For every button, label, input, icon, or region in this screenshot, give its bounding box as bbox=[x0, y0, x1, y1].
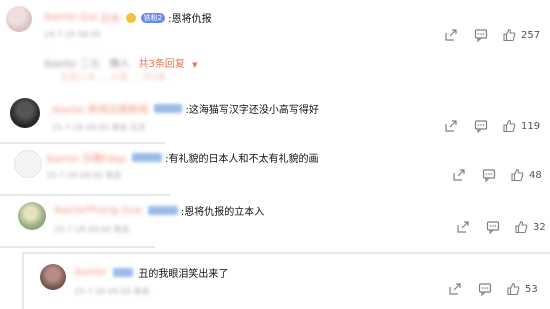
share-icon bbox=[444, 28, 458, 42]
username[interactable]: ikanlsr 日报Fdsp bbox=[46, 150, 126, 165]
like-button[interactable]: 32 bbox=[514, 220, 546, 234]
member-badge bbox=[154, 104, 183, 113]
comment-icon bbox=[474, 119, 488, 133]
comment-button[interactable] bbox=[486, 220, 500, 234]
username[interactable]: ikanlsr Gui bbox=[44, 12, 97, 23]
comment-icon bbox=[474, 28, 488, 42]
comment-text: :有礼貌的日本人和不太有礼貌的画 bbox=[165, 154, 319, 165]
divider bbox=[22, 252, 24, 309]
avatar[interactable] bbox=[14, 150, 42, 178]
like-button[interactable]: 53 bbox=[506, 282, 538, 296]
like-icon bbox=[502, 119, 516, 133]
like-icon bbox=[506, 282, 520, 296]
like-icon bbox=[502, 28, 516, 42]
comment-icon bbox=[482, 168, 496, 182]
comment-button[interactable] bbox=[474, 28, 488, 42]
avatar[interactable] bbox=[10, 98, 40, 128]
share-button[interactable] bbox=[444, 28, 458, 42]
comment-meta: 24-7-28 08:00 bbox=[44, 30, 101, 39]
reply-preview-faded: 东加二木 ... 大家 ... 共3条 bbox=[60, 73, 167, 83]
like-count: 119 bbox=[521, 120, 541, 132]
share-button[interactable] bbox=[448, 282, 462, 296]
share-button[interactable] bbox=[452, 168, 466, 182]
comment-meta: 25-7-28 09:00 来自 bbox=[46, 171, 122, 180]
comment-meta: 25-7-28 09:00 来自 bbox=[74, 287, 150, 296]
like-icon bbox=[514, 220, 528, 234]
avatar[interactable] bbox=[6, 6, 32, 32]
comment-text: :这海猫写汉字还没小高写得好 bbox=[185, 105, 319, 116]
comment-meta: 25-7-28 09:00 来自 北京 bbox=[52, 123, 146, 132]
share-icon bbox=[456, 220, 470, 234]
like-count: 53 bbox=[525, 283, 538, 295]
username[interactable]: ikanlsr bbox=[74, 267, 107, 278]
like-icon bbox=[510, 168, 524, 182]
member-badge bbox=[131, 153, 162, 162]
divider bbox=[0, 142, 165, 144]
divider bbox=[0, 194, 170, 196]
divider bbox=[22, 252, 550, 254]
fan-badge: 铁粉2 bbox=[140, 12, 166, 23]
like-count: 48 bbox=[529, 169, 542, 181]
comment-text: 丑的我眼泪笑出来了 bbox=[138, 269, 229, 280]
username[interactable]: ikanlsr 新闻日报新闻 bbox=[52, 101, 148, 116]
share-icon bbox=[444, 119, 458, 133]
like-count: 257 bbox=[521, 29, 541, 41]
member-badge bbox=[113, 268, 134, 277]
member-badge bbox=[147, 206, 178, 215]
share-button[interactable] bbox=[444, 119, 458, 133]
chevron-down-icon[interactable]: ▼ bbox=[192, 61, 197, 69]
divider bbox=[0, 246, 155, 248]
comment-button[interactable] bbox=[478, 282, 492, 296]
comment-meta: 25-7-28 09:00 来自 bbox=[54, 225, 130, 234]
comment-icon bbox=[478, 282, 492, 296]
avatar[interactable] bbox=[40, 264, 66, 290]
comment-text: :恩将仇报 bbox=[168, 14, 212, 25]
comment-icon bbox=[486, 220, 500, 234]
comment-button[interactable] bbox=[474, 119, 488, 133]
share-button[interactable] bbox=[456, 220, 470, 234]
like-button[interactable]: 257 bbox=[502, 28, 540, 42]
reply-preview: 懒人 bbox=[109, 59, 130, 70]
username[interactable]: ikanlsrPhang Gua bbox=[54, 205, 142, 216]
like-button[interactable]: 48 bbox=[510, 168, 542, 182]
username[interactable]: 日本 bbox=[100, 10, 120, 25]
like-button[interactable]: 119 bbox=[502, 119, 540, 133]
view-replies-link[interactable]: 共3条回复 bbox=[139, 59, 185, 70]
share-icon bbox=[452, 168, 466, 182]
share-icon bbox=[448, 282, 462, 296]
reply-preview: ikanlsr 二七 bbox=[44, 59, 101, 70]
like-count: 32 bbox=[533, 221, 546, 233]
avatar[interactable] bbox=[18, 202, 46, 230]
comment-text: :恩将仇报的立本入 bbox=[180, 207, 265, 218]
emoji-icon bbox=[126, 12, 137, 23]
comment-button[interactable] bbox=[482, 168, 496, 182]
